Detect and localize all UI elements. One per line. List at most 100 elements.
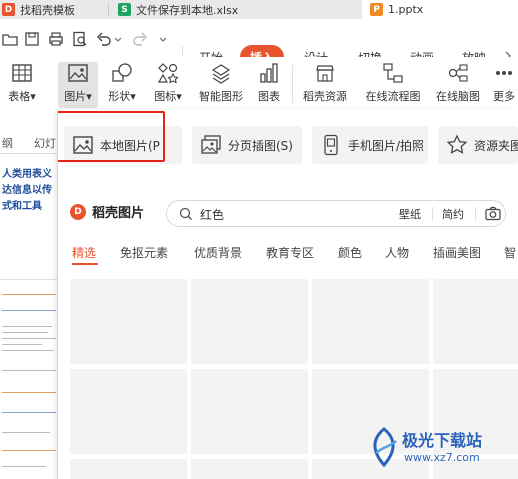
icon-button[interactable]: 图标▾: [150, 62, 186, 108]
wallpaper-filter-button[interactable]: 壁纸: [399, 202, 421, 225]
chart-button[interactable]: 图表: [254, 62, 284, 108]
chart-label: 图表: [258, 90, 280, 103]
mindmap-icon: [448, 64, 468, 82]
thumb-line: [2, 344, 42, 345]
picture-thumbnail[interactable]: [312, 279, 429, 364]
picture-icon: [68, 64, 88, 82]
more-button[interactable]: 更多: [490, 62, 518, 108]
category-illustration[interactable]: 插画美图: [433, 244, 481, 261]
picture-thumbnail[interactable]: [70, 369, 187, 454]
print-icon[interactable]: [48, 31, 64, 47]
tab-docer-templates[interactable]: D 找稻壳模板: [0, 0, 104, 19]
folder-open-icon[interactable]: [2, 31, 18, 47]
camera-icon[interactable]: [485, 206, 501, 221]
picture-thumbnail[interactable]: [191, 279, 308, 364]
undo-dropdown-icon[interactable]: [114, 31, 122, 47]
thumb-line: [2, 370, 56, 371]
picture-thumbnail[interactable]: [191, 459, 308, 479]
paged-image-icon: [201, 135, 221, 154]
menu-bar: 开始 插入 设计 切换 动画 放映: [0, 19, 518, 69]
smart-shape-label: 智能图形: [199, 90, 243, 103]
online-flowchart-label: 在线流程图: [365, 90, 421, 103]
undo-icon[interactable]: [96, 31, 112, 47]
picture-thumbnail[interactable]: [70, 459, 187, 479]
slide-text-line: 人类用表义: [2, 169, 52, 180]
resource-picture-option[interactable]: 资源夹图: [438, 126, 518, 164]
search-icon: [179, 207, 192, 220]
picture-thumbnail[interactable]: [191, 369, 308, 454]
print-preview-icon[interactable]: [72, 31, 88, 47]
picture-thumbnail[interactable]: [433, 279, 518, 364]
selected-category-indicator: [72, 263, 98, 265]
insert-ribbon: 表格▾ 图片▾ 形状▾ 图标▾ 智能图形 图表 稻壳资源 在线流程图 在线脑图 …: [0, 57, 518, 109]
slide-thumbnail[interactable]: [0, 279, 57, 479]
slide-thumbnail-pane: 纲 幻灯 人类用表义 达信息以传 式和工具: [0, 109, 58, 479]
docer-pictures-brand: D 稻壳图片: [70, 202, 144, 221]
online-mindmap-button[interactable]: 在线脑图: [432, 62, 484, 108]
spreadsheet-icon: S: [118, 3, 131, 16]
tab-divider: [108, 3, 109, 16]
tab-pptx-file[interactable]: P 1.pptx: [362, 0, 518, 19]
chart-icon: [260, 63, 278, 83]
star-folder-icon: [446, 134, 468, 154]
thumb-line: [2, 466, 46, 467]
category-smart[interactable]: 智: [504, 244, 516, 261]
divider: [0, 153, 57, 154]
save-icon[interactable]: [24, 31, 40, 47]
store-icon: [316, 65, 334, 82]
picture-search-box: 壁纸 简约: [166, 200, 506, 227]
thumb-line: [2, 326, 52, 327]
slides-tab[interactable]: 幻灯: [34, 135, 56, 151]
thumb-line: [2, 332, 48, 333]
docer-resource-button[interactable]: 稻壳资源: [298, 62, 352, 108]
category-background[interactable]: 优质背景: [194, 244, 242, 261]
shape-icon: [112, 63, 132, 82]
phone-picture-label: 手机图片/拍照: [348, 138, 425, 153]
phone-picture-option[interactable]: 手机图片/拍照: [312, 126, 428, 164]
thumb-line: [2, 412, 56, 413]
tab-label: 1.pptx: [388, 3, 424, 16]
category-cutout[interactable]: 免抠元素: [120, 244, 168, 261]
category-featured[interactable]: 精选: [72, 244, 96, 261]
smart-shape-icon: [211, 64, 231, 84]
icon-library-icon: [157, 63, 179, 84]
outline-tab[interactable]: 纲: [2, 135, 13, 151]
site-watermark: 极光下载站 www.xz7.com: [366, 423, 518, 479]
ribbon-divider: [292, 65, 293, 103]
more-quick-icon[interactable]: [158, 31, 168, 47]
picture-button[interactable]: 图片▾: [58, 62, 98, 108]
smart-shape-button[interactable]: 智能图形: [196, 62, 246, 108]
watermark-url: www.xz7.com: [404, 451, 480, 464]
tab-label: 找稻壳模板: [20, 3, 75, 17]
category-people[interactable]: 人物: [385, 244, 409, 261]
thumb-line: [2, 350, 54, 351]
tab-label: 文件保存到本地.xlsx: [136, 3, 239, 17]
thumb-line: [2, 338, 56, 339]
redo-icon[interactable]: [132, 31, 148, 47]
shape-button[interactable]: 形状▾: [104, 62, 140, 108]
online-flowchart-button[interactable]: 在线流程图: [362, 62, 424, 108]
simple-filter-button[interactable]: 简约: [442, 202, 464, 225]
picture-thumbnail[interactable]: [70, 279, 187, 364]
table-button[interactable]: 表格▾: [4, 62, 40, 108]
document-tab-bar: D 找稻壳模板 S 文件保存到本地.xlsx P 1.pptx: [0, 0, 518, 19]
thumb-line: [2, 432, 50, 433]
shape-label: 形状: [108, 90, 131, 103]
slide-text-line: 达信息以传: [2, 185, 52, 196]
watermark-title: 极光下载站: [402, 431, 483, 450]
table-label: 表格: [8, 90, 31, 103]
aurora-logo-icon: [373, 427, 397, 467]
search-divider: [432, 207, 433, 220]
paged-picture-option[interactable]: 分页插图(S): [192, 126, 302, 164]
search-input[interactable]: [200, 206, 350, 222]
category-education[interactable]: 教育专区: [266, 244, 314, 261]
category-color[interactable]: 颜色: [338, 244, 362, 261]
online-mindmap-label: 在线脑图: [436, 90, 480, 103]
resource-picture-label: 资源夹图: [474, 138, 518, 153]
thumb-line: [2, 294, 56, 295]
slide-text-line: 式和工具: [2, 201, 42, 212]
flowchart-icon: [383, 63, 403, 83]
tab-xlsx-file[interactable]: S 文件保存到本地.xlsx: [112, 0, 358, 19]
search-divider: [475, 207, 476, 220]
highlight-box: [58, 111, 165, 162]
